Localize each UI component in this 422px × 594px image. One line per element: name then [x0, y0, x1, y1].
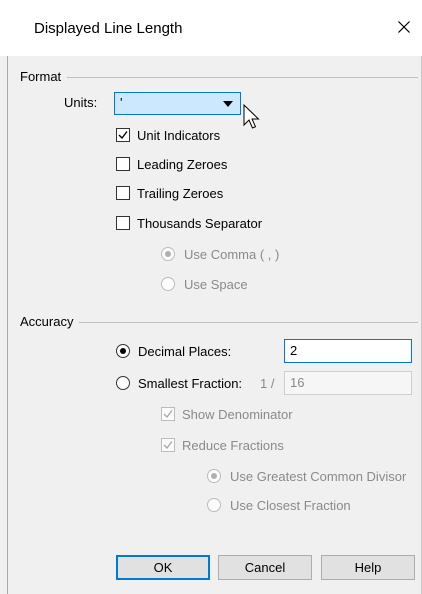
radio-dot	[211, 473, 217, 479]
smallest-fraction-input[interactable]: 16	[284, 371, 412, 395]
units-select-value: '	[120, 95, 123, 110]
use-comma-radio[interactable]	[161, 247, 175, 261]
use-space-radio[interactable]	[161, 277, 175, 291]
trailing-zeroes-checkbox[interactable]	[116, 186, 130, 200]
decimal-places-label[interactable]: Decimal Places:	[138, 344, 231, 359]
dialog-title: Displayed Line Length	[34, 20, 183, 37]
checkmark-icon	[163, 410, 173, 419]
use-closest-fraction-radio[interactable]	[207, 498, 221, 512]
thousands-separator-label[interactable]: Thousands Separator	[137, 216, 262, 231]
decimal-places-value: 2	[290, 343, 298, 358]
units-select[interactable]: '	[114, 92, 241, 115]
title-bar: Displayed Line Length	[0, 0, 422, 56]
leading-zeroes-label[interactable]: Leading Zeroes	[137, 157, 227, 172]
reduce-fractions-checkbox[interactable]	[161, 438, 175, 452]
cancel-button[interactable]: Cancel	[218, 555, 312, 580]
help-button[interactable]: Help	[321, 555, 415, 580]
dialog-frame-left	[7, 56, 8, 594]
use-gcd-radio[interactable]	[207, 469, 221, 483]
units-label: Units:	[64, 95, 98, 110]
show-denominator-label[interactable]: Show Denominator	[182, 407, 293, 422]
radio-dot	[120, 348, 126, 354]
mouse-cursor-icon	[243, 104, 260, 129]
unit-indicators-label[interactable]: Unit Indicators	[137, 128, 220, 143]
checkmark-icon	[163, 441, 173, 450]
reduce-fractions-label[interactable]: Reduce Fractions	[182, 438, 284, 453]
use-space-label[interactable]: Use Space	[184, 277, 248, 292]
dropdown-arrow-icon	[223, 101, 233, 107]
thousands-separator-checkbox[interactable]	[116, 216, 130, 230]
smallest-fraction-radio[interactable]	[116, 376, 130, 390]
format-group-line	[20, 77, 418, 78]
decimal-places-radio[interactable]	[116, 344, 130, 358]
use-gcd-label[interactable]: Use Greatest Common Divisor	[230, 469, 406, 484]
checkmark-icon	[118, 131, 128, 140]
smallest-fraction-label[interactable]: Smallest Fraction:	[138, 376, 242, 391]
unit-indicators-checkbox[interactable]	[116, 128, 130, 142]
close-button[interactable]	[392, 14, 416, 40]
format-group-label: Format	[20, 69, 68, 84]
close-icon	[398, 21, 410, 33]
decimal-places-input[interactable]: 2	[284, 339, 412, 363]
accuracy-group-line	[20, 322, 418, 323]
use-closest-fraction-label[interactable]: Use Closest Fraction	[230, 498, 351, 513]
radio-dot	[165, 251, 171, 257]
ok-button[interactable]: OK	[116, 555, 210, 580]
show-denominator-checkbox[interactable]	[161, 407, 175, 421]
accuracy-group-label: Accuracy	[20, 314, 80, 329]
trailing-zeroes-label[interactable]: Trailing Zeroes	[137, 186, 223, 201]
leading-zeroes-checkbox[interactable]	[116, 157, 130, 171]
smallest-fraction-value: 16	[290, 375, 305, 390]
fraction-prefix: 1 /	[260, 376, 275, 391]
use-comma-label[interactable]: Use Comma ( , )	[184, 247, 279, 262]
